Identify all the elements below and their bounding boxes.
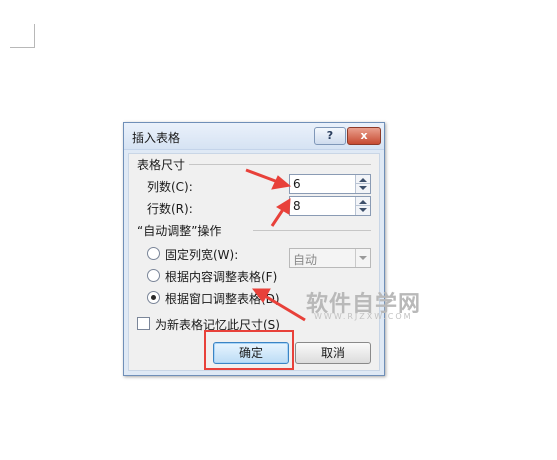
- arrow-to-columns: [245, 168, 292, 190]
- arrow-to-rows: [270, 198, 291, 227]
- annotation-arrows: [245, 168, 306, 322]
- arrow-to-window-option: [251, 288, 306, 322]
